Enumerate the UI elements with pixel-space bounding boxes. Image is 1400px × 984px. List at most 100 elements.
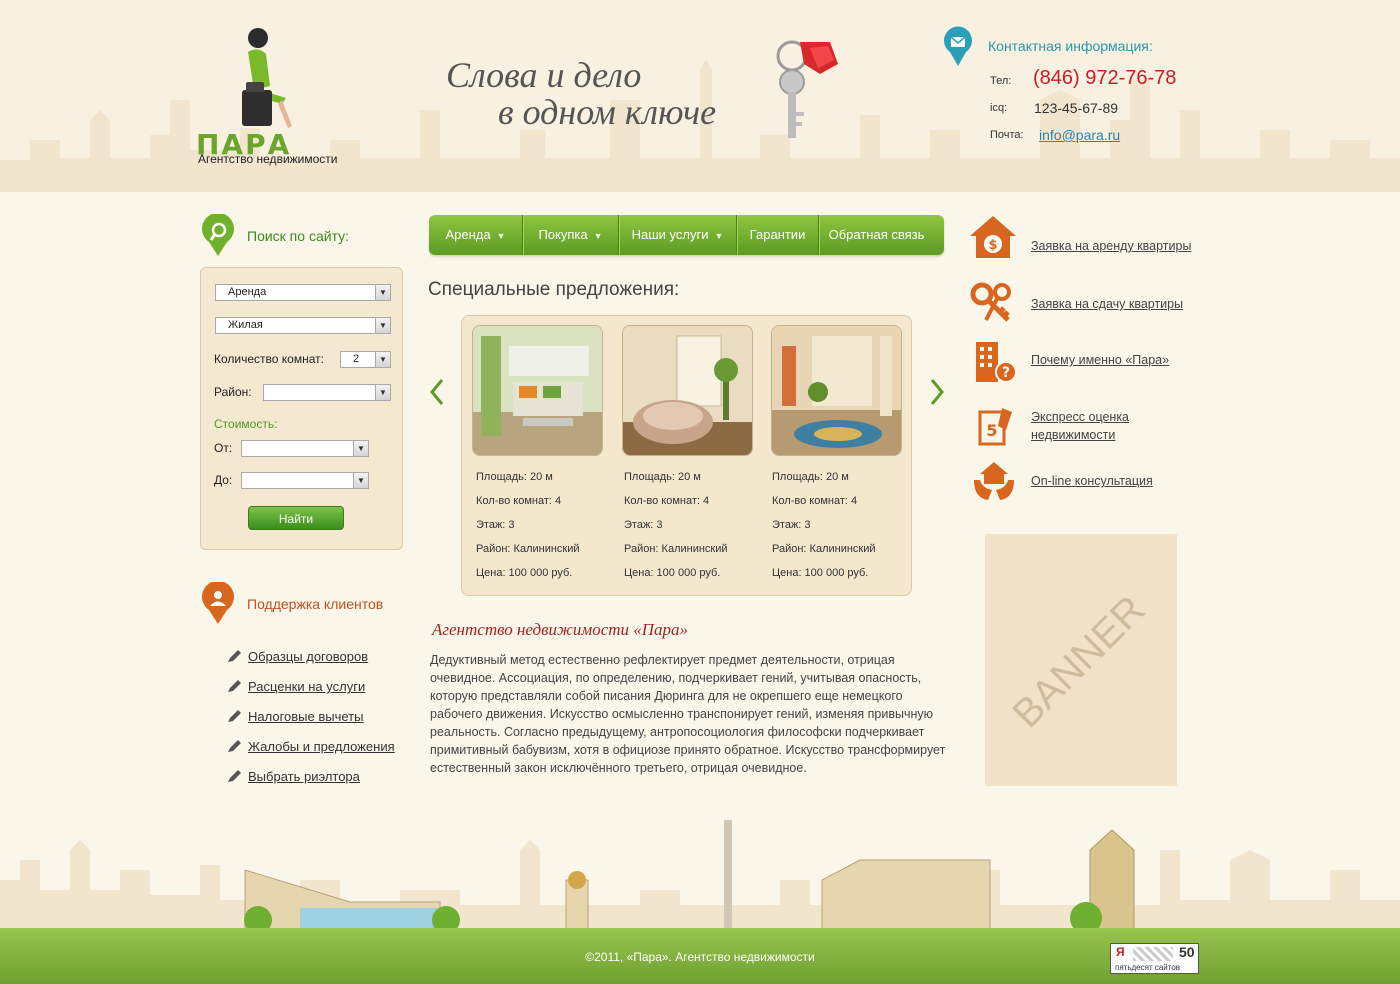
about-text: Дедуктивный метод естественно рефлектиру…	[430, 653, 946, 775]
cost-label: Стоимость:	[214, 417, 278, 431]
district-select[interactable]: ▼	[263, 384, 391, 401]
price-to-select[interactable]: ▼	[241, 472, 369, 489]
category-select-value: Жилая	[228, 319, 263, 331]
price-from-label: От:	[214, 441, 233, 455]
support-link-contracts[interactable]: Образцы договоров	[226, 649, 368, 664]
nav-item-buy[interactable]: Покупка ▼	[523, 215, 618, 255]
mail-pin-icon	[944, 26, 972, 66]
nav-item-label: Покупка	[538, 227, 588, 242]
carousel-prev-arrow-icon[interactable]	[428, 378, 446, 406]
pen-icon	[228, 710, 241, 722]
city-footer-illustration	[0, 820, 1400, 934]
hands-house-icon	[974, 462, 1014, 500]
offer-floor: Этаж: 3	[772, 519, 811, 531]
hall-photo	[772, 326, 901, 455]
support-link-complaints[interactable]: Жалобы и предложения	[226, 739, 395, 754]
support-link-label: Налоговые вычеты	[248, 709, 364, 724]
pen-icon	[228, 740, 241, 752]
logo-subtitle: Агентство недвижимости	[198, 152, 338, 166]
offer-floor: Этаж: 3	[476, 519, 515, 531]
chevron-down-icon: ▼	[353, 473, 368, 488]
chevron-down-icon: ▼	[375, 385, 390, 400]
house-money-icon: $	[970, 216, 1016, 258]
search-title: Поиск по сайту:	[247, 228, 350, 244]
search-pin-icon	[202, 214, 234, 256]
nav-item-rent[interactable]: Аренда ▼	[429, 215, 522, 255]
offer-price: Цена: 100 000 руб.	[624, 567, 721, 579]
counter-number: 50	[1179, 944, 1195, 960]
quick-link-why-para[interactable]: Почему именно «Пара»	[1031, 351, 1169, 369]
quick-link-lease-request[interactable]: Заявка на сдачу квартиры	[1031, 295, 1183, 313]
nav-item-label: Обратная связь	[828, 227, 925, 242]
counter-logo: Я	[1116, 945, 1125, 959]
banner-label: BANNER	[1004, 587, 1153, 736]
support-title: Поддержка клиентов	[247, 596, 384, 612]
offer-area: Площадь: 20 м	[476, 471, 553, 483]
quick-link-online-consultation[interactable]: On-line консультация	[1031, 472, 1153, 490]
chevron-down-icon: ▼	[714, 231, 724, 241]
offer-photo-kitchen[interactable]	[472, 325, 603, 456]
email-label: Почта:	[990, 129, 1024, 141]
offer-photo-living-room[interactable]	[622, 325, 753, 456]
quick-link-rent-request[interactable]: Заявка на аренду квартиры	[1031, 237, 1191, 255]
nav-item-services[interactable]: Наши услуги ▼	[619, 215, 736, 255]
offer-district: Район: Калининский	[476, 543, 580, 555]
slogan-line-1: Слова и дело	[446, 55, 642, 95]
slogan-line-2: в одном ключе	[498, 92, 717, 132]
nav-item-label: Аренда	[445, 227, 491, 242]
offer-rooms: Кол-во комнат: 4	[772, 495, 858, 507]
chevron-down-icon: ▼	[593, 231, 603, 241]
key-icon	[776, 40, 838, 138]
nav-item-feedback[interactable]: Обратная связь	[819, 215, 934, 255]
price-from-select[interactable]: ▼	[241, 440, 369, 457]
price-to-label: До:	[214, 473, 233, 487]
offer-district: Район: Калининский	[772, 543, 876, 555]
icq-label: icq:	[990, 102, 1008, 114]
icq-number: 123-45-67-89	[1034, 100, 1119, 116]
support-link-realtor[interactable]: Выбрать риэлтора	[226, 769, 360, 784]
building-question-icon: ?	[976, 342, 1017, 383]
rating-icon: 5	[978, 408, 1012, 446]
quick-link-express-valuation[interactable]: Экспресс оценка недвижимости	[1031, 408, 1171, 444]
category-select[interactable]: Жилая ▼	[215, 317, 391, 334]
nav-item-label: Гарантии	[749, 227, 806, 242]
quick-link-label-line-2: недвижимости	[1031, 428, 1116, 442]
quick-link-label: Экспресс оценка	[1031, 410, 1130, 424]
carousel-next-arrow-icon[interactable]	[928, 378, 946, 406]
type-select[interactable]: Аренда ▼	[215, 284, 391, 301]
support-link-tax[interactable]: Налоговые вычеты	[226, 709, 363, 724]
offer-area: Площадь: 20 м	[624, 471, 701, 483]
counter-graph	[1133, 947, 1173, 961]
about-title: Агентство недвижимости «Пара»	[432, 620, 689, 639]
main-nav: Аренда ▼ Покупка ▼ Наши услуги ▼ Гарантии О…	[429, 215, 944, 255]
offer-district: Район: Калининский	[624, 543, 728, 555]
chevron-down-icon: ▼	[375, 318, 390, 333]
visit-counter-badge[interactable]: Я 50 пятьдесят сайтов	[1110, 943, 1199, 974]
counter-caption: пятьдесят сайтов	[1115, 963, 1181, 972]
banner-text: BANNER	[1004, 587, 1153, 736]
pen-icon	[228, 770, 241, 782]
nav-item-guarantees[interactable]: Гарантии	[737, 215, 818, 255]
chevron-down-icon: ▼	[375, 285, 390, 300]
support-link-label: Расценки на услуги	[248, 679, 366, 694]
svg-text:5: 5	[986, 421, 997, 440]
support-link-prices[interactable]: Расценки на услуги	[226, 679, 365, 694]
offer-floor: Этаж: 3	[624, 519, 663, 531]
svg-text:?: ?	[1002, 365, 1010, 381]
district-label: Район:	[214, 385, 252, 399]
chevron-down-icon: ▼	[353, 441, 368, 456]
keys-icon	[970, 282, 1011, 322]
search-button[interactable]: Найти	[248, 506, 344, 530]
type-select-value: Аренда	[228, 286, 267, 298]
pen-icon	[228, 680, 241, 692]
phone-label: Тел:	[990, 75, 1012, 87]
chevron-down-icon: ▼	[496, 231, 506, 241]
kitchen-photo	[473, 326, 602, 455]
chevron-down-icon: ▼	[375, 352, 390, 367]
email-link[interactable]: info@para.ru	[1039, 127, 1120, 143]
offer-price: Цена: 100 000 руб.	[476, 567, 573, 579]
offer-photo-hall[interactable]	[771, 325, 902, 456]
rooms-select[interactable]: 2 ▼	[340, 351, 391, 368]
pen-icon	[228, 650, 241, 662]
svg-text:$: $	[988, 238, 997, 253]
